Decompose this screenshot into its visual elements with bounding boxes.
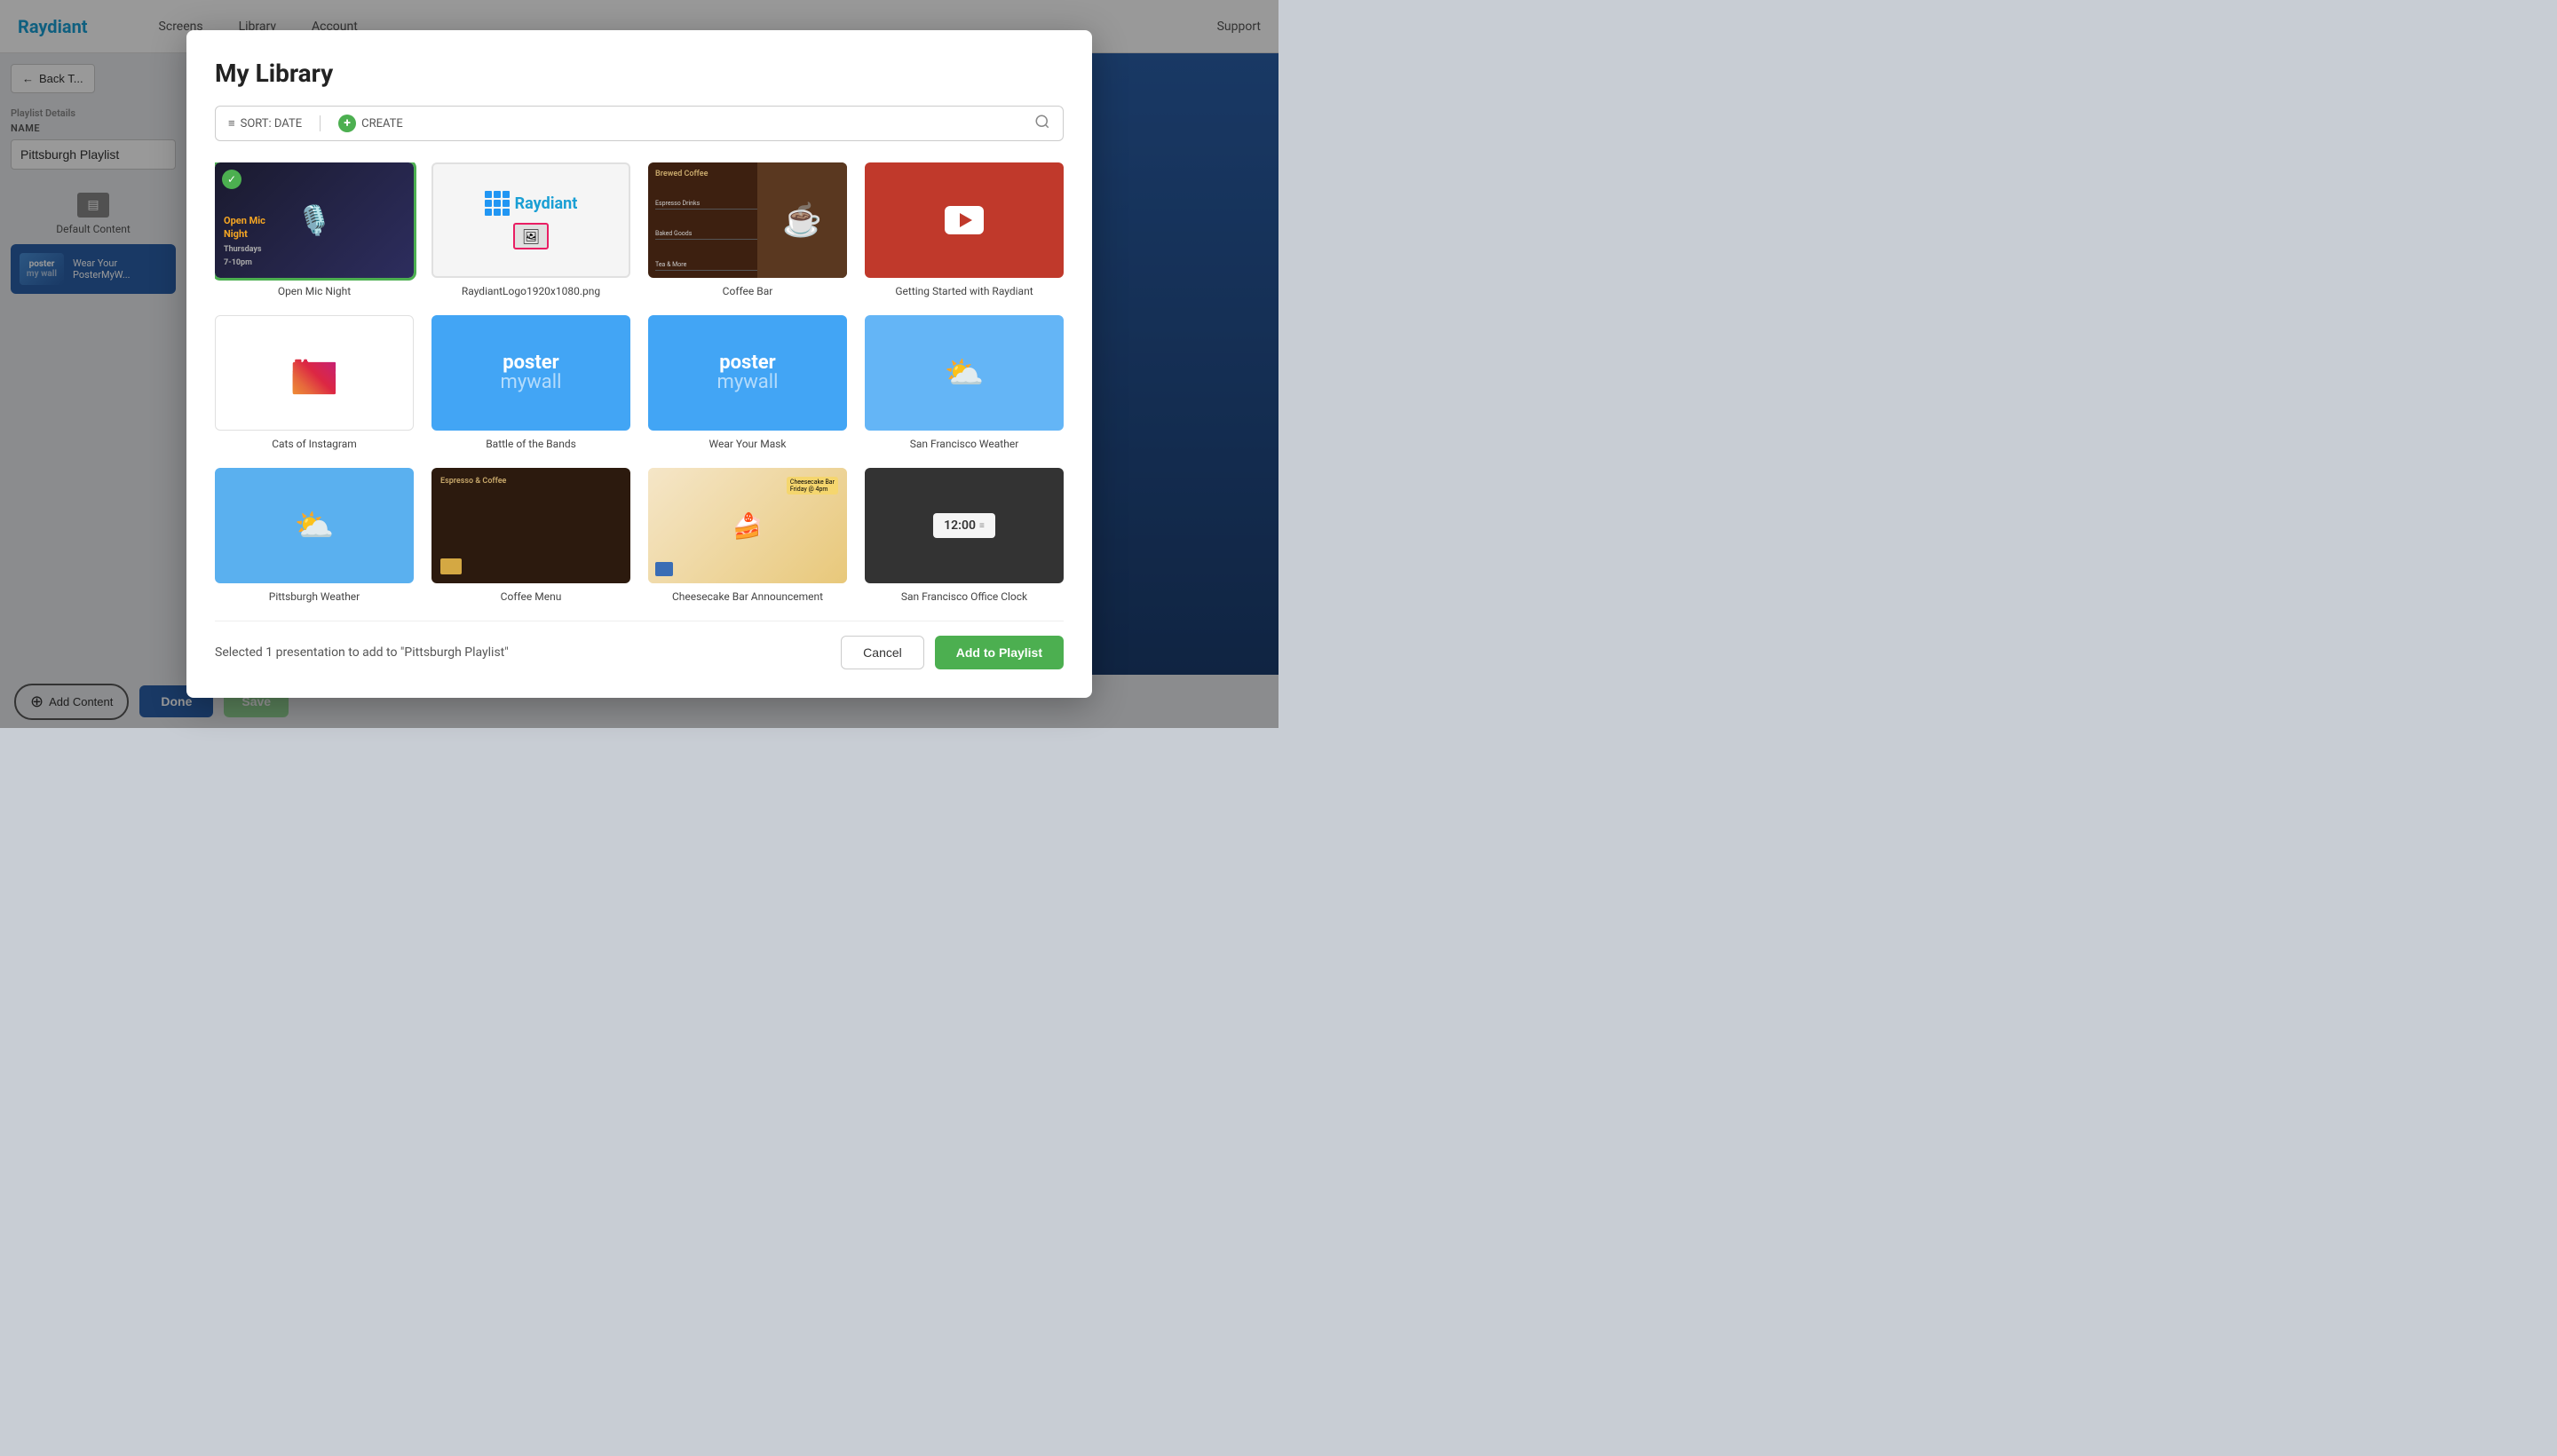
media-label: Open Mic Night [278,285,351,297]
modal-overlay: My Library ≡ SORT: DATE + CREATE [0,0,1278,728]
search-icon[interactable] [1034,114,1050,133]
list-item[interactable]: ✓ 🎙️ Open MicNightThursdays7-10pm Open M… [215,162,414,297]
media-label: Wear Your Mask [709,438,786,450]
youtube-play-button [945,206,984,234]
media-label: Pittsburgh Weather [269,590,360,603]
footer-actions: Cancel Add to Playlist [841,636,1064,669]
thumbnail-battle-bands: poster mywall [431,315,630,431]
cancel-button[interactable]: Cancel [841,636,924,669]
media-label: San Francisco Office Clock [901,590,1027,603]
list-item[interactable]: poster mywall Wear Your Mask [648,315,847,450]
modal-footer: Selected 1 presentation to add to "Pitts… [215,621,1064,669]
thumbnail-getting-started [865,162,1064,278]
list-item[interactable]: ⛅ San Francisco Weather [865,315,1064,450]
modal-toolbar: ≡ SORT: DATE + CREATE [215,106,1064,141]
media-label: Coffee Bar [723,285,773,297]
list-item[interactable]: 🍰 Cheesecake BarFriday @ 4pm Cheesecake … [648,468,847,603]
weather-icon: ⛅ [945,354,985,392]
toolbar-separator [320,115,321,131]
add-to-playlist-button[interactable]: Add to Playlist [935,636,1064,669]
list-item[interactable]: Getting Started with Raydiant [865,162,1064,297]
sort-label: SORT: DATE [241,117,303,131]
media-label: Battle of the Bands [486,438,576,450]
create-plus-icon: + [338,115,356,132]
sort-icon: ≡ [228,116,235,131]
list-item[interactable]: Brewed Coffee Espresso Drinks Baked Good… [648,162,847,297]
thumbnail-open-mic-night: ✓ 🎙️ Open MicNightThursdays7-10pm [215,162,414,278]
thumbnail-raydiant-logo: Raydiant 🖼 [431,162,630,278]
media-label: Getting Started with Raydiant [895,285,1033,297]
list-item[interactable]: ⛅ Pittsburgh Weather [215,468,414,603]
list-item[interactable]: Raydiant 🖼 RaydiantLogo1920x1080.png [431,162,630,297]
modal-title: My Library [215,59,1064,88]
media-label: Coffee Menu [501,590,562,603]
thumbnail-cheesecake-bar: 🍰 Cheesecake BarFriday @ 4pm [648,468,847,583]
clock-time: 12:00 [944,518,976,533]
thumbnail-sf-office-clock: 12:00 ≡ [865,468,1064,583]
instagram-icon: 📷 [290,350,339,396]
media-grid: ✓ 🎙️ Open MicNightThursdays7-10pm Open M… [215,162,1064,603]
create-label: CREATE [361,117,403,131]
sort-button[interactable]: ≡ SORT: DATE [228,116,302,131]
selected-checkmark: ✓ [222,170,241,189]
media-label: Cheesecake Bar Announcement [672,590,823,603]
media-label: Cats of Instagram [272,438,357,450]
image-placeholder-icon: 🖼 [513,223,549,249]
raydiant-logo-grid [485,191,510,216]
list-item[interactable]: 12:00 ≡ San Francisco Office Clock [865,468,1064,603]
thumbnail-coffee-bar: Brewed Coffee Espresso Drinks Baked Good… [648,162,847,278]
thumbnail-sf-weather: ⛅ [865,315,1064,431]
thumbnail-wear-mask: poster mywall [648,315,847,431]
thumbnail-cats-instagram: 📷 [215,315,414,431]
media-label: San Francisco Weather [910,438,1019,450]
selected-info: Selected 1 presentation to add to "Pitts… [215,645,509,660]
thumbnail-coffee-menu: Espresso & Coffee [431,468,630,583]
list-item[interactable]: 📷 Cats of Instagram [215,315,414,450]
list-item[interactable]: Espresso & Coffee Coffee Menu [431,468,630,603]
media-label: RaydiantLogo1920x1080.png [462,285,600,297]
weather-icon: ⛅ [295,507,335,544]
list-item[interactable]: poster mywall Battle of the Bands [431,315,630,450]
thumbnail-pittsburgh-weather: ⛅ [215,468,414,583]
create-button[interactable]: + CREATE [338,115,403,132]
my-library-modal: My Library ≡ SORT: DATE + CREATE [186,30,1092,698]
